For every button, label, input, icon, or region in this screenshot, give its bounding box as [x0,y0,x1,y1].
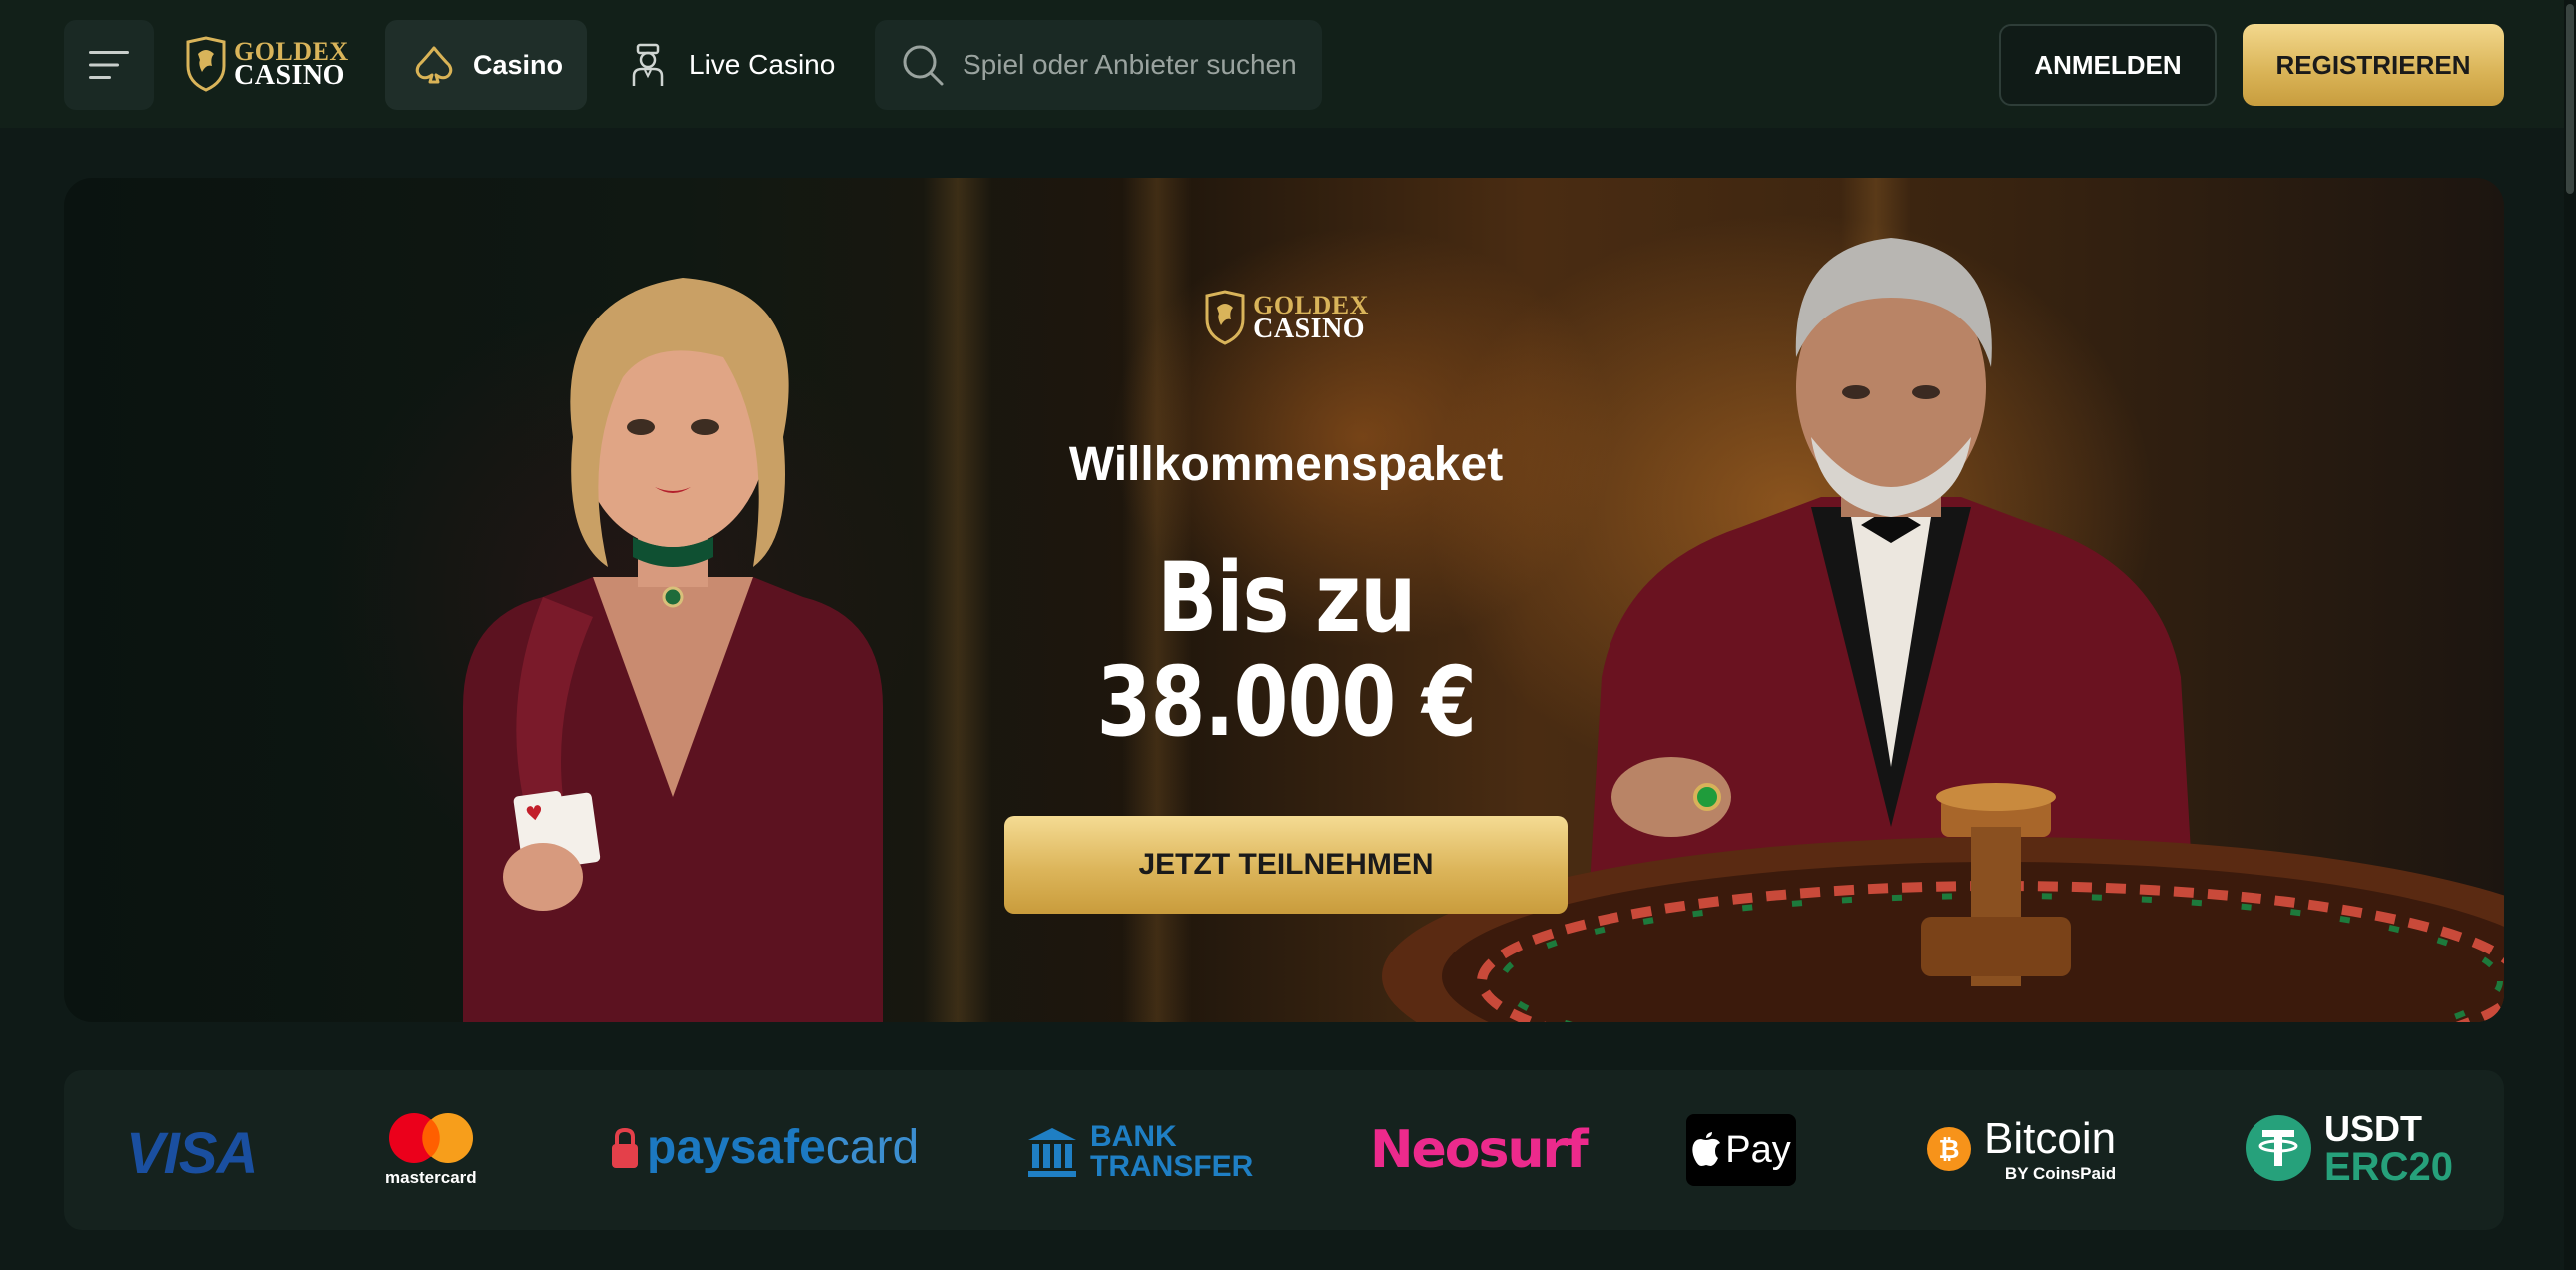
top-header: GOLDEX CASINO Casino Live Casino ANMELDE… [0,0,2576,128]
search-icon [903,45,944,86]
padlock-icon [612,1127,638,1168]
nav-tab-live-casino-label: Live Casino [689,49,836,80]
bank-building-icon [1028,1128,1076,1177]
promo-title: Willkommenspaket [1068,438,1504,491]
page-scrollbar[interactable] [2564,0,2576,1270]
bank-transfer-logo: BANK TRANSFER [1026,1122,1253,1182]
mastercard-circles-icon [388,1113,473,1163]
apple-pay-label: Pay [1725,1128,1791,1171]
mastercard-logo: mastercard [385,1112,477,1188]
usdt-label: USDT [2324,1108,2422,1149]
lion-shield-icon [1205,290,1245,345]
payment-methods-bar: VISA mastercard paysafecard BANK TRANSFE… [64,1070,2504,1230]
nav-tab-live-casino[interactable]: Live Casino [629,20,835,110]
lion-shield-icon [186,36,226,92]
banner-logo-line-2: CASINO [1253,314,1366,345]
spade-icon [415,46,453,84]
nav-tab-casino[interactable]: Casino [385,20,587,110]
bitcoin-logo: ₿ Bitcoin BY CoinsPaid [1926,1114,2116,1184]
svg-text:₿: ₿ [1938,1135,1959,1165]
search-input[interactable] [963,49,1302,81]
tether-icon [2246,1115,2311,1181]
bitcoin-label: Bitcoin [1984,1114,2117,1163]
card-text: card [825,1121,920,1174]
hamburger-menu-icon [89,51,129,79]
usdt-erc20-logo: USDT ERC20 [2245,1108,2453,1189]
logo-line-2: CASINO [234,60,345,92]
site-logo[interactable]: GOLDEX CASINO [184,32,349,96]
login-button[interactable]: ANMELDEN [1999,24,2217,106]
mastercard-label: mastercard [385,1168,477,1187]
paysafe-text: paysafe [647,1121,826,1174]
register-button[interactable]: REGISTRIEREN [2243,24,2504,106]
coinspaid-label: BY CoinsPaid [2004,1164,2117,1183]
promo-amount-line-1: Bis zu [1156,542,1416,654]
neosurf-logo: Neosurf [1370,1120,1589,1180]
join-now-button[interactable]: JETZT TEILNEHMEN [1004,816,1568,914]
paysafecard-logo: paysafecard [611,1120,919,1175]
bank-transfer-line-2: TRANSFER [1090,1150,1254,1183]
erc20-label: ERC20 [2324,1145,2453,1189]
promo-content: GOLDEX CASINO Willkommenspaket Bis zu 38… [1002,288,1570,914]
bank-transfer-line-1: BANK [1090,1120,1177,1153]
apple-pay-logo: Pay [1686,1114,1796,1186]
banner-logo: GOLDEX CASINO [1203,288,1369,347]
menu-button[interactable] [64,20,154,110]
apple-icon [1692,1132,1721,1166]
nav-tab-casino-label: Casino [473,49,564,80]
dealer-icon [632,43,664,86]
svg-text:♥: ♥ [524,800,545,826]
bitcoin-icon: ₿ [1927,1127,1971,1171]
woman-with-cards-illustration: ♥ [463,278,883,1022]
promo-amount-line-2: 38.000 € [1096,646,1476,758]
search-box[interactable] [875,20,1322,110]
scrollbar-thumb[interactable] [2566,4,2574,194]
promo-amount: Bis zu 38.000 € [1096,542,1476,758]
welcome-banner[interactable]: ♥ GOLDEX CASINO Willkommenspaket Bis zu … [64,178,2504,1022]
visa-logo: VISA [126,1121,258,1186]
